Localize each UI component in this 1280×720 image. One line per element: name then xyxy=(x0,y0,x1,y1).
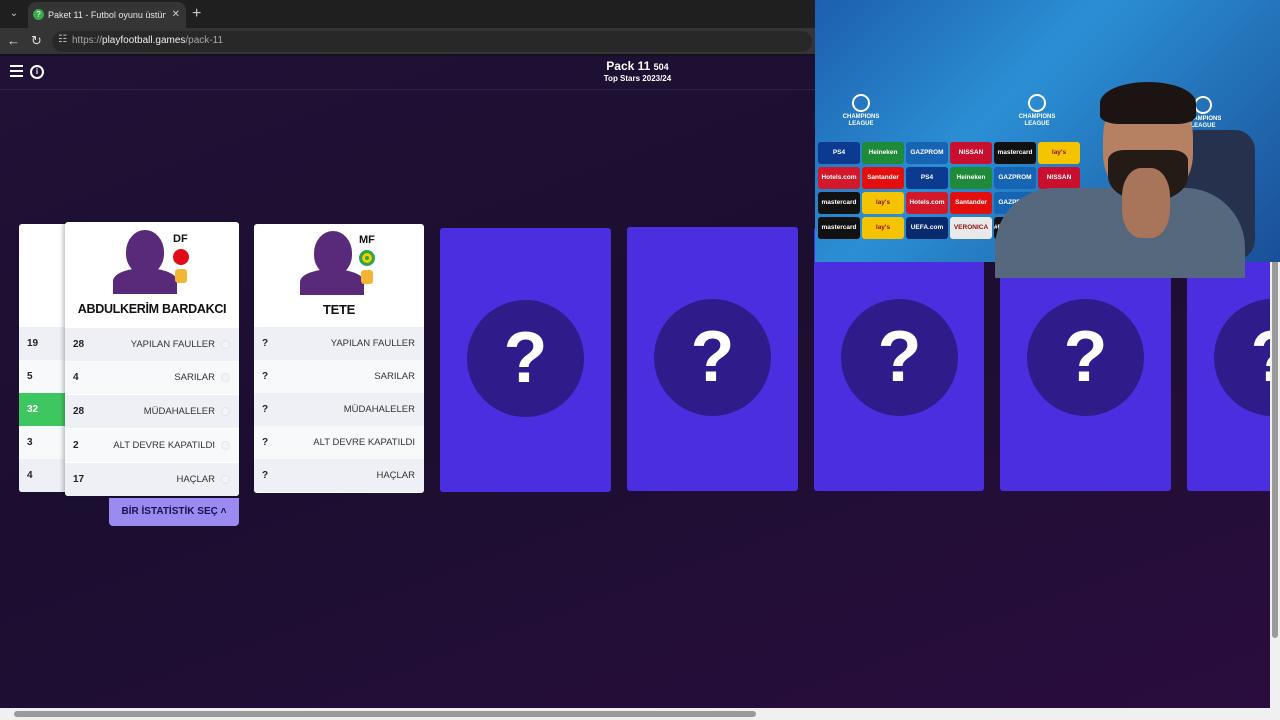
sponsor-logo: NISSAN xyxy=(1038,167,1080,189)
stat-radio[interactable] xyxy=(221,373,230,382)
sponsor-logo: GAZPROM xyxy=(994,167,1036,189)
horizontal-scroll-thumb[interactable] xyxy=(14,711,756,717)
stat-row[interactable]: 2 ALT DEVRE KAPATILDI xyxy=(65,429,239,462)
sponsor-logo: NISSAN xyxy=(950,142,992,164)
pack-count: 504 xyxy=(653,62,669,72)
hidden-card[interactable]: ? xyxy=(440,228,611,492)
stat-row: ? SARILAR xyxy=(254,360,424,393)
hidden-card[interactable]: ? xyxy=(814,227,984,491)
sponsor-logo: VERONICA xyxy=(950,217,992,239)
reload-icon[interactable]: ↻ xyxy=(31,33,42,49)
sponsor-logo: Santander xyxy=(950,192,992,214)
sponsor-logo: lay's xyxy=(1038,142,1080,164)
browser-tab[interactable]: ? Paket 11 - Futbol oyunu üstün - Te ✕ xyxy=(28,2,186,28)
sponsor-logo: Santander xyxy=(862,167,904,189)
sponsor-logo: UEFA.com xyxy=(906,217,948,239)
player-avatar-body xyxy=(113,268,177,294)
sponsor-logo: lay's xyxy=(862,217,904,239)
chevron-up-icon: ˄ xyxy=(220,506,227,517)
player-avatar-body xyxy=(300,269,364,295)
sponsor-logo: PS4 xyxy=(818,142,860,164)
question-mark-icon: ? xyxy=(1214,299,1270,416)
sponsor-logo: PS4 xyxy=(906,167,948,189)
stat-row[interactable]: 28 MÜDAHALELER xyxy=(65,395,239,428)
position-label: DF xyxy=(173,233,188,245)
address-bar[interactable]: ☷ https://playfootball.games/pack-11 xyxy=(52,31,812,52)
sponsor-logo: Heineken xyxy=(950,167,992,189)
brazil-flag-icon xyxy=(359,250,375,266)
turkey-flag-icon xyxy=(173,249,189,265)
stat-radio[interactable] xyxy=(221,340,230,349)
stat-radio[interactable] xyxy=(221,407,230,416)
sponsor-logo: Hotels.com xyxy=(818,167,860,189)
sponsor-logo: Hotels.com xyxy=(906,192,948,214)
stat-row[interactable]: 28 YAPILAN FAULLER xyxy=(65,328,239,361)
question-mark-icon: ? xyxy=(467,300,584,417)
pack-title: Pack 11 504 xyxy=(606,59,669,73)
streamer-hand xyxy=(1122,168,1170,238)
url-text: https://playfootball.games/pack-11 xyxy=(72,35,224,46)
hamburger-menu-icon[interactable] xyxy=(10,65,23,77)
stat-row[interactable]: 4 SARILAR xyxy=(65,361,239,394)
champions-league-logo: CHAMPIONS LEAGUE xyxy=(831,94,891,128)
sponsor-logo: lay's xyxy=(862,192,904,214)
stat-row: ? ALT DEVRE KAPATILDI xyxy=(254,426,424,459)
horizontal-scrollbar[interactable] xyxy=(0,708,1280,720)
player-name: ABDULKERİM BARDAKCI xyxy=(77,302,227,316)
question-mark-icon: ? xyxy=(654,299,771,416)
tab-close-icon[interactable]: ✕ xyxy=(172,2,180,28)
player-card-tete[interactable]: MF TETE ? YAPILAN FAULLER ? SARILAR ? MÜDAH… xyxy=(254,224,424,493)
streamer-body xyxy=(995,188,1245,278)
question-mark-icon: ? xyxy=(841,299,958,416)
stat-row: ? MÜDAHALELER xyxy=(254,393,424,426)
tab-title: Paket 11 - Futbol oyunu üstün - Te xyxy=(48,10,166,20)
new-tab-plus-icon[interactable]: + xyxy=(192,4,201,24)
select-stat-button[interactable]: BİR İSTATİSTİK SEÇ ˄ xyxy=(109,498,239,526)
sponsor-logo: mastercard xyxy=(818,192,860,214)
stat-row: ? YAPILAN FAULLER xyxy=(254,327,424,360)
back-arrow-icon[interactable]: ← xyxy=(7,33,20,49)
club-badge-icon xyxy=(175,269,187,283)
question-mark-icon: ? xyxy=(1027,299,1144,416)
position-label: MF xyxy=(359,234,375,246)
pack-subtitle: Top Stars 2023/24 xyxy=(603,74,672,83)
sponsor-logo: GAZPROM xyxy=(906,142,948,164)
champions-league-logo: CHAMPIONS LEAGUE xyxy=(1007,94,1067,128)
stat-radio[interactable] xyxy=(221,475,230,484)
info-icon[interactable]: i xyxy=(30,65,44,79)
player-name: TETE xyxy=(322,302,356,317)
favicon-icon: ? xyxy=(33,9,44,20)
stat-radio[interactable] xyxy=(221,441,230,450)
club-badge-icon xyxy=(361,270,373,284)
sponsor-logo: Heineken xyxy=(862,142,904,164)
sponsor-logo: mastercard xyxy=(818,217,860,239)
tab-list-chevron-icon[interactable]: ⌄ xyxy=(6,6,22,22)
sponsor-logo: mastercard xyxy=(994,142,1036,164)
player-card-abdulkerim[interactable]: DF ABDULKERİM BARDAKCI 28 YAPILAN FAULLER… xyxy=(65,222,239,496)
site-info-icon[interactable]: ☷ xyxy=(58,34,67,45)
hidden-card[interactable]: ? xyxy=(627,227,798,491)
streamer-hair xyxy=(1100,82,1196,124)
stat-row[interactable]: 17 HAÇLAR xyxy=(65,463,239,496)
stat-row: ? HAÇLAR xyxy=(254,459,424,492)
